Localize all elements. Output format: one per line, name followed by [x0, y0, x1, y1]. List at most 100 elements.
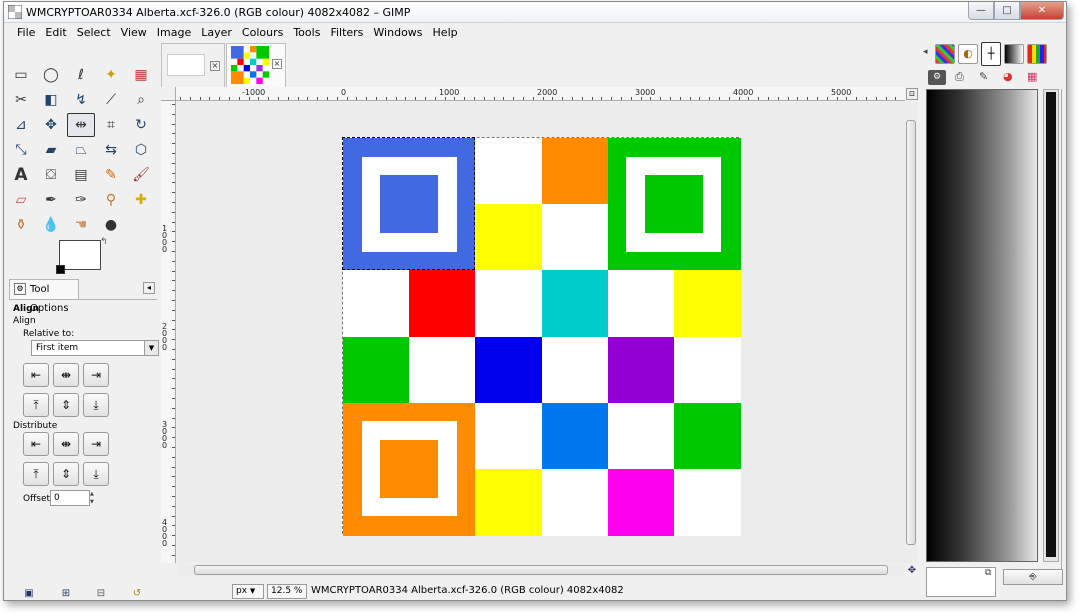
horizontal-scrollbar[interactable] [177, 564, 905, 576]
blend-icon[interactable]: ▤ [69, 164, 93, 186]
align-right-button[interactable]: ⇥ [83, 363, 109, 387]
align-middle-button[interactable]: ⇕ [53, 393, 79, 417]
flip-icon[interactable]: ⇆ [99, 139, 123, 161]
menu-help[interactable]: Help [428, 24, 463, 42]
align-center-button[interactable]: ⇼ [53, 363, 79, 387]
vertical-scrollbar[interactable] [905, 102, 917, 563]
menu-select[interactable]: Select [72, 24, 116, 42]
distribute-right-button[interactable]: ⇥ [83, 432, 109, 456]
ellipse-select-icon[interactable]: ◯ [39, 64, 63, 86]
move-icon[interactable]: ✥ [39, 114, 63, 136]
distribute-center-button[interactable]: ⇼ [53, 432, 79, 456]
minimize-button[interactable]: — [968, 2, 994, 20]
paths-icon[interactable]: ↯ [69, 89, 93, 111]
dock-scroll-thumb[interactable] [1046, 92, 1056, 557]
shear-icon[interactable]: ▰ [39, 139, 63, 161]
zoom-select[interactable]: 12.5 % ▼ [267, 584, 307, 599]
perspective-clone-icon[interactable]: ⚱ [9, 214, 33, 236]
airbrush-icon[interactable]: ✒ [39, 189, 63, 211]
menu-windows[interactable]: Windows [368, 24, 427, 42]
tab-tool-options[interactable]: ⚙ Tool Options [9, 279, 79, 314]
color-picker-icon[interactable]: ⟋ [99, 89, 123, 111]
measure-icon[interactable]: ⊿ [9, 114, 33, 136]
zoom-icon[interactable]: ⌕ [129, 89, 153, 111]
color-wheel-icon[interactable]: ◕ [1003, 70, 1013, 83]
chevron-down-icon[interactable]: ▼ [144, 341, 158, 355]
clone-icon[interactable]: ⚲ [99, 189, 123, 211]
align-left-button[interactable]: ⇤ [23, 363, 49, 387]
edit-button[interactable]: ⎆ [1003, 569, 1063, 585]
scale-icon[interactable]: ⤡ [9, 139, 33, 161]
save-options-icon[interactable]: ▣ [22, 588, 36, 600]
horizontal-ruler[interactable]: -1000 0 1000 2000 3000 4000 5000 [176, 87, 905, 101]
menu-colours[interactable]: Colours [237, 24, 288, 42]
view-options-icon[interactable]: ⧉ [985, 568, 991, 578]
panel-menu-icon[interactable]: ◂ [143, 282, 155, 294]
offset-stepper-icon[interactable]: ▲ ▼ [90, 490, 97, 506]
vertical-scroll-thumb[interactable] [906, 120, 916, 545]
offset-input[interactable]: 0 [50, 490, 90, 506]
close-icon[interactable]: × [272, 59, 282, 69]
canvas-viewport[interactable] [177, 102, 905, 563]
distribute-middle-button[interactable]: ⇕ [53, 462, 79, 486]
perspective-icon[interactable]: ⏢ [69, 139, 93, 161]
rect-select-icon[interactable]: ▭ [9, 64, 33, 86]
close-button[interactable]: ✕ [1020, 2, 1064, 20]
dodge-burn-icon[interactable]: ● [99, 214, 123, 236]
tool-options-icon[interactable]: ⚙ [928, 70, 946, 85]
restore-options-icon[interactable]: ⊞ [59, 588, 73, 600]
relative-to-select[interactable]: First item ▼ [31, 340, 159, 356]
alberta-image-tab[interactable]: × [226, 43, 286, 87]
free-select-icon[interactable]: ℓ [69, 64, 93, 86]
heal-icon[interactable]: ✚ [129, 189, 153, 211]
ink-icon[interactable]: ✑ [69, 189, 93, 211]
text-icon[interactable]: A [9, 164, 33, 186]
menu-filters[interactable]: Filters [325, 24, 368, 42]
menu-view[interactable]: View [116, 24, 152, 42]
align-bottom-button[interactable]: ⤓ [83, 393, 109, 417]
horizontal-scroll-thumb[interactable] [194, 565, 888, 575]
cursor-icon[interactable]: ┼ [981, 42, 1001, 66]
menu-edit[interactable]: Edit [40, 24, 71, 42]
default-colors-icon[interactable] [56, 265, 65, 274]
dock-scrollbar[interactable] [1043, 89, 1059, 562]
brush-icon[interactable]: ◐ [958, 44, 978, 64]
device-icon[interactable]: ⎙ [955, 70, 964, 84]
menu-image[interactable]: Image [152, 24, 196, 42]
palette-small-icon[interactable]: ▦ [1027, 70, 1037, 83]
foreground-color[interactable] [59, 240, 101, 270]
rotate-icon[interactable]: ↻ [129, 114, 153, 136]
close-icon[interactable]: × [210, 61, 220, 71]
ruler-corner[interactable] [161, 87, 176, 101]
menu-tools[interactable]: Tools [288, 24, 325, 42]
delete-options-icon[interactable]: ⊟ [94, 588, 108, 600]
menu-layer[interactable]: Layer [196, 24, 237, 42]
scissors-icon[interactable]: ✂ [9, 89, 33, 111]
align-top-button[interactable]: ⤒ [23, 393, 49, 417]
crop-icon[interactable]: ⌗ [99, 114, 123, 136]
zoom-toggle-icon[interactable]: ⊡ [906, 88, 918, 100]
paintbrush-icon[interactable]: 🖌 [129, 164, 153, 186]
eraser-icon[interactable]: ▱ [9, 189, 33, 211]
unit-select[interactable]: px ▼ [232, 584, 264, 599]
bucket-fill-icon[interactable]: ⛋ [39, 164, 63, 186]
palette-icon[interactable] [1027, 44, 1047, 64]
navigate-icon[interactable]: ✥ [906, 565, 918, 577]
dock-menu-icon[interactable]: ◂ [923, 47, 928, 57]
maximize-button[interactable]: □ [994, 2, 1020, 20]
swap-colors-icon[interactable]: ↰ [100, 237, 108, 247]
distribute-top-button[interactable]: ⤒ [23, 462, 49, 486]
vertical-ruler[interactable]: 1000 2000 3000 4000 [161, 101, 176, 563]
gradient-icon[interactable] [1004, 44, 1024, 64]
menu-file[interactable]: File [12, 24, 40, 42]
distribute-left-button[interactable]: ⇤ [23, 432, 49, 456]
fg-bg-colors[interactable]: ↰ [56, 237, 110, 277]
pencil-icon[interactable]: ✎ [99, 164, 123, 186]
pattern-icon[interactable] [935, 44, 955, 64]
gradient-preview[interactable] [926, 89, 1038, 562]
color-select-icon[interactable]: ▦ [129, 64, 153, 86]
smudge-icon[interactable]: ☚ [69, 214, 93, 236]
align-icon[interactable]: ⇹ [67, 113, 95, 137]
reset-options-icon[interactable]: ↺ [130, 588, 144, 600]
blank-image-tab[interactable]: × [161, 43, 225, 87]
